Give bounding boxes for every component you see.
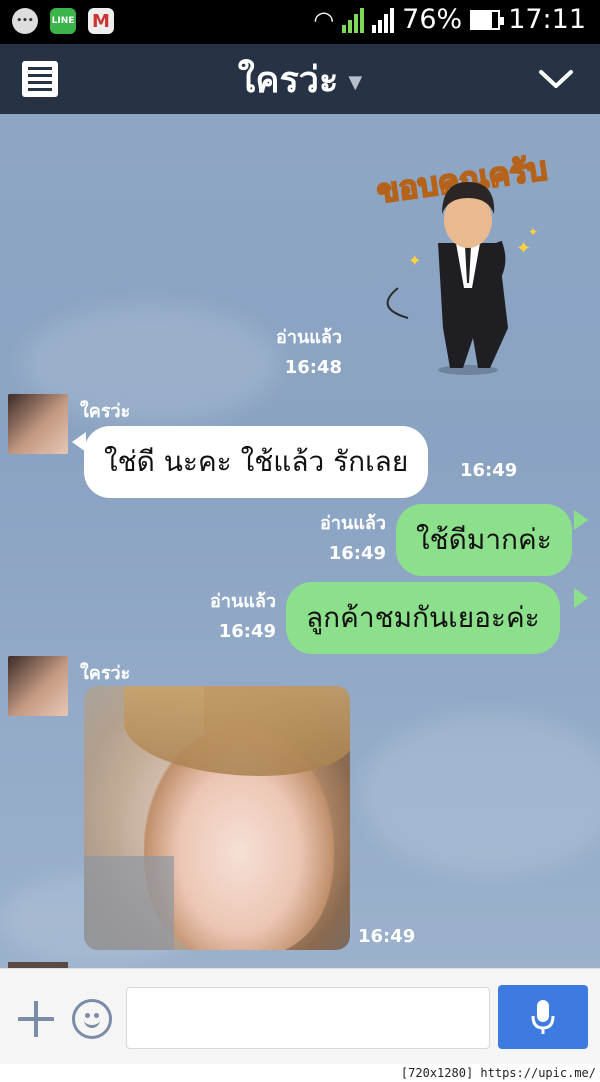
plus-icon[interactable]: [18, 1001, 54, 1037]
message-time: 16:49: [328, 543, 386, 564]
svg-text:✦: ✦: [408, 251, 421, 270]
chat-header: ใครว่ะ ▼: [0, 44, 600, 114]
battery-percent: 76%: [402, 4, 463, 35]
message-time: 16:49: [460, 460, 518, 481]
message-icon: •••: [12, 8, 38, 34]
read-label: อ่านแล้ว: [320, 513, 386, 534]
message-time: 16:49: [358, 926, 416, 947]
chat-title[interactable]: ใครว่ะ: [238, 51, 339, 108]
clock: 17:11: [508, 4, 586, 35]
read-label: อ่านแล้ว: [210, 591, 276, 612]
thank-you-sticker[interactable]: ขอบคุณครับ ✦ ✦ ✦: [368, 138, 578, 378]
list-icon[interactable]: [22, 61, 58, 97]
sticker-receipt: อ่านแล้ว 16:48: [258, 322, 342, 378]
wifi-icon: ◠: [313, 5, 335, 34]
image-source-tag: [720x1280] https://upic.me/: [398, 1066, 598, 1080]
title-dropdown-icon[interactable]: ▼: [348, 72, 362, 93]
sender-name: ใครว่ะ: [80, 663, 131, 684]
battery-icon: [470, 9, 505, 30]
avatar[interactable]: [8, 656, 68, 716]
message-time: 16:49: [218, 621, 276, 642]
outgoing-message-bubble[interactable]: ลูกค้าชมกันเยอะค่ะ: [286, 582, 560, 654]
status-bar: ••• LINE M ◠ 76% 17:11: [0, 0, 600, 44]
photo-message[interactable]: [84, 686, 350, 950]
system-indicators: ◠ 76% 17:11: [313, 4, 586, 35]
chevron-down-icon[interactable]: [538, 64, 574, 94]
message-receipt: อ่านแล้ว 16:49: [296, 508, 386, 564]
bubble-tail: [574, 588, 588, 608]
read-label: อ่านแล้ว: [276, 327, 342, 348]
avatar[interactable]: [8, 394, 68, 454]
message-input-bar: [0, 968, 600, 1064]
message-receipt: อ่านแล้ว 16:49: [186, 586, 276, 642]
incoming-message-bubble[interactable]: ใช่ดี นะคะ ใช้แล้ว รักเลย: [84, 426, 429, 498]
line-app-icon: LINE: [50, 8, 76, 34]
svg-text:✦: ✦: [528, 225, 538, 239]
gmail-icon: M: [88, 8, 114, 34]
outgoing-message-bubble[interactable]: ใช้ดีมากค่ะ: [396, 504, 572, 576]
notification-icons: ••• LINE M: [12, 8, 114, 34]
bubble-tail: [574, 510, 588, 530]
signal-icon: [342, 7, 395, 33]
svg-text:✦: ✦: [516, 238, 531, 259]
emoji-icon[interactable]: [72, 999, 112, 1039]
message-input[interactable]: [126, 987, 490, 1049]
message-time: 16:48: [284, 357, 342, 378]
line-icon-label: LINE: [51, 16, 75, 26]
sender-name: ใครว่ะ: [80, 401, 131, 422]
chat-area[interactable]: ขอบคุณครับ ✦ ✦ ✦ อ่านแล้ว 16:48 ใครว่ะ ใ…: [0, 114, 600, 968]
microphone-icon[interactable]: [498, 985, 588, 1049]
